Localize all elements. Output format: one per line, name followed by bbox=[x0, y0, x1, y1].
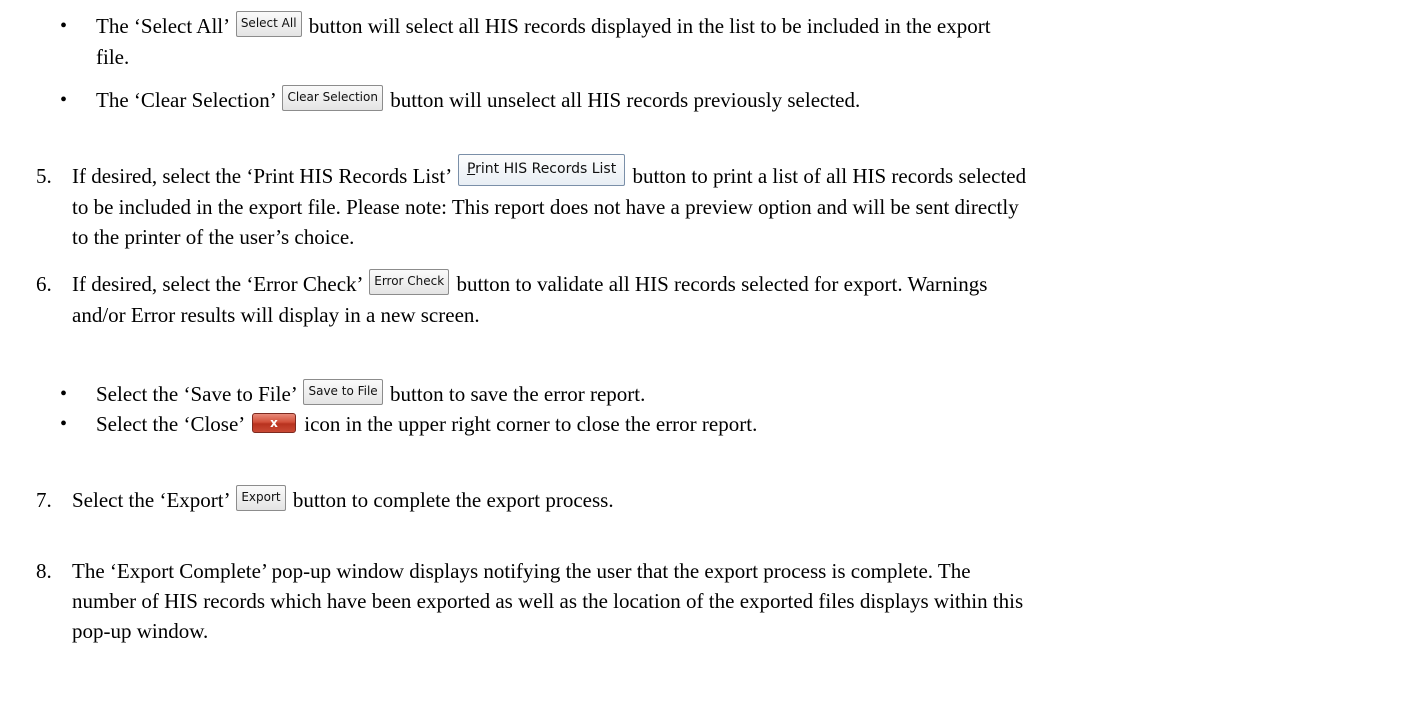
step-number: 8. bbox=[36, 559, 52, 583]
step8-line1: The ‘Export Complete’ pop-up window disp… bbox=[72, 559, 971, 583]
step5-line3: to the printer of the user’s choice. bbox=[72, 225, 355, 249]
select-all-instruction: The ‘Select All’ Select All button will … bbox=[96, 11, 991, 41]
step-number: 5. bbox=[36, 164, 52, 188]
save-to-file-button[interactable]: Save to File bbox=[303, 379, 383, 406]
print-button-label: rint HIS Records List bbox=[475, 161, 617, 178]
step5-line1: If desired, select the ‘Print HIS Record… bbox=[72, 154, 1027, 194]
bullet-marker: • bbox=[60, 413, 68, 435]
select-all-text-after: button will select all HIS records displ… bbox=[308, 14, 991, 38]
bullet-marker: • bbox=[60, 89, 68, 111]
print-button-mnemonic: P bbox=[466, 161, 476, 178]
clear-selection-text-before: The ‘Clear Selection’ bbox=[96, 88, 276, 112]
step-number: 6. bbox=[36, 272, 52, 296]
step5-text-before: If desired, select the ‘Print HIS Record… bbox=[72, 164, 451, 188]
step6-line1: If desired, select the ‘Error Check’ Err… bbox=[72, 269, 988, 299]
export-button[interactable]: Export bbox=[236, 485, 286, 512]
step8-line2: number of HIS records which have been ex… bbox=[72, 589, 1024, 613]
close-instruction: Select the ‘Close’ x icon in the upper r… bbox=[96, 410, 757, 438]
instruction-document: • The ‘Select All’ Select All button wil… bbox=[0, 0, 1405, 728]
step6-text-before: If desired, select the ‘Error Check’ bbox=[72, 272, 362, 296]
step5-text-after: button to print a list of all HIS record… bbox=[632, 164, 1027, 188]
close-text-after: icon in the upper right corner to close … bbox=[304, 412, 758, 436]
bullet-marker: • bbox=[60, 383, 68, 405]
select-all-button[interactable]: Select All bbox=[235, 11, 302, 38]
clear-selection-text-after: button will unselect all HIS records pre… bbox=[390, 88, 861, 112]
step6-line2: and/or Error results will display in a n… bbox=[72, 303, 480, 327]
save-to-file-instruction: Select the ‘Save to File’ Save to File b… bbox=[96, 379, 646, 409]
clear-selection-instruction: The ‘Clear Selection’ Clear Selection bu… bbox=[96, 85, 861, 115]
close-text-before: Select the ‘Close’ bbox=[96, 412, 244, 436]
step7-text-after: button to complete the export process. bbox=[292, 488, 614, 512]
step6-text-after: button to validate all HIS records selec… bbox=[456, 272, 988, 296]
step5-line2: to be included in the export file. Pleas… bbox=[72, 195, 1019, 219]
close-icon[interactable]: x bbox=[251, 413, 296, 434]
step8-line3: pop-up window. bbox=[72, 619, 209, 643]
step7-text-before: Select the ‘Export’ bbox=[72, 488, 230, 512]
step-number: 7. bbox=[36, 488, 52, 512]
select-all-text-before: The ‘Select All’ bbox=[96, 14, 229, 38]
print-his-records-list-button[interactable]: Print HIS Records List bbox=[457, 154, 626, 187]
clear-selection-button[interactable]: Clear Selection bbox=[282, 85, 383, 112]
select-all-text-cont: file. bbox=[96, 45, 130, 69]
bullet-marker: • bbox=[60, 15, 68, 37]
error-check-button[interactable]: Error Check bbox=[369, 269, 450, 296]
step7-line1: Select the ‘Export’ Export button to com… bbox=[72, 485, 614, 515]
save-to-file-text-before: Select the ‘Save to File’ bbox=[96, 382, 297, 406]
save-to-file-text-after: button to save the error report. bbox=[389, 382, 646, 406]
